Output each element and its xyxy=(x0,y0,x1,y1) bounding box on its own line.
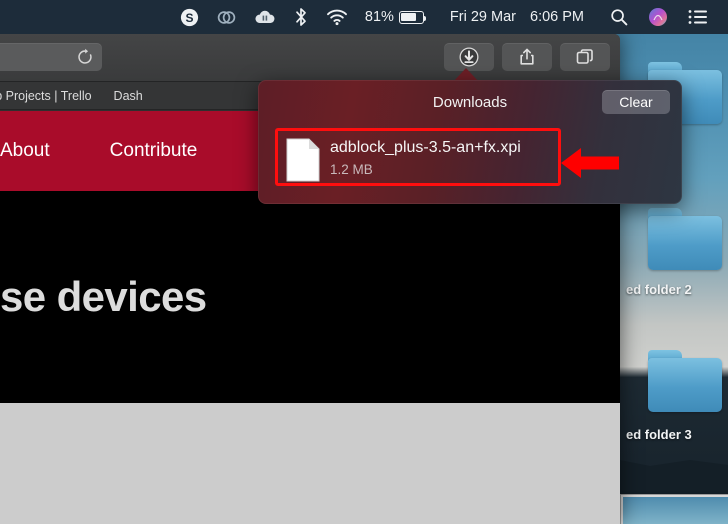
battery-fill xyxy=(401,13,417,21)
menu-bar-date[interactable]: Fri 29 Mar xyxy=(432,0,524,34)
folder-body xyxy=(648,358,722,412)
desktop-folder-2-label: ed folder 2 xyxy=(626,282,692,297)
download-arrow-icon xyxy=(459,47,479,67)
downloads-popover: Downloads Clear adblock_plus-3.5-an+fx.x… xyxy=(258,80,682,204)
tabs-button[interactable] xyxy=(560,43,610,71)
downloads-button[interactable] xyxy=(444,43,494,71)
wifi-icon[interactable] xyxy=(317,0,357,34)
cloud-pause-icon[interactable] xyxy=(245,0,285,34)
clear-button[interactable]: Clear xyxy=(602,90,670,114)
battery-cap xyxy=(423,15,427,21)
bluetooth-icon[interactable] xyxy=(285,0,317,34)
macos-menu-bar: S 81% Fri 29 Mar 6:06 PM xyxy=(0,0,728,34)
document-icon xyxy=(286,138,320,182)
address-bar[interactable] xyxy=(0,43,102,71)
notification-center-icon[interactable] xyxy=(676,0,716,34)
desktop-folder-3-label: ed folder 3 xyxy=(626,427,692,442)
download-filename: adblock_plus-3.5-an+fx.xpi xyxy=(330,139,521,156)
share-button[interactable] xyxy=(502,43,552,71)
skype-icon[interactable]: S xyxy=(171,0,208,34)
annotation-arrow-icon xyxy=(561,148,619,178)
creative-cloud-icon[interactable] xyxy=(208,0,245,34)
folder-body xyxy=(648,216,722,270)
download-item-row[interactable]: adblock_plus-3.5-an+fx.xpi 1.2 MB xyxy=(275,128,561,186)
svg-text:S: S xyxy=(185,11,193,25)
desktop-folder-3[interactable] xyxy=(648,350,722,412)
share-icon xyxy=(520,48,534,65)
hero-section: se devices xyxy=(0,191,620,403)
screen: der ed folder 2 ed folder 3 xyxy=(0,0,728,524)
screenshot-thumbnail[interactable] xyxy=(620,494,728,524)
hero-heading: se devices xyxy=(0,273,207,320)
bookmark-item-2[interactable]: Dash xyxy=(114,89,143,103)
nav-link-about[interactable]: About xyxy=(0,140,50,162)
reload-icon[interactable] xyxy=(76,48,94,66)
desktop-folder-2[interactable] xyxy=(648,208,722,270)
siri-icon[interactable] xyxy=(636,0,676,34)
page-body-section xyxy=(0,403,620,524)
tabs-icon xyxy=(576,49,593,64)
bookmark-item-1[interactable]: * Web Projects | Trello xyxy=(0,89,92,103)
browser-toolbar xyxy=(0,34,620,82)
menu-bar-time[interactable]: 6:06 PM xyxy=(524,0,592,34)
battery-status[interactable]: 81% xyxy=(357,0,432,34)
battery-percent-label: 81% xyxy=(364,9,394,25)
search-icon[interactable] xyxy=(592,0,636,34)
battery-icon xyxy=(398,10,427,24)
nav-link-contribute[interactable]: Contribute xyxy=(110,140,198,162)
thumbnail-preview xyxy=(623,497,728,524)
download-filesize: 1.2 MB xyxy=(330,162,373,177)
